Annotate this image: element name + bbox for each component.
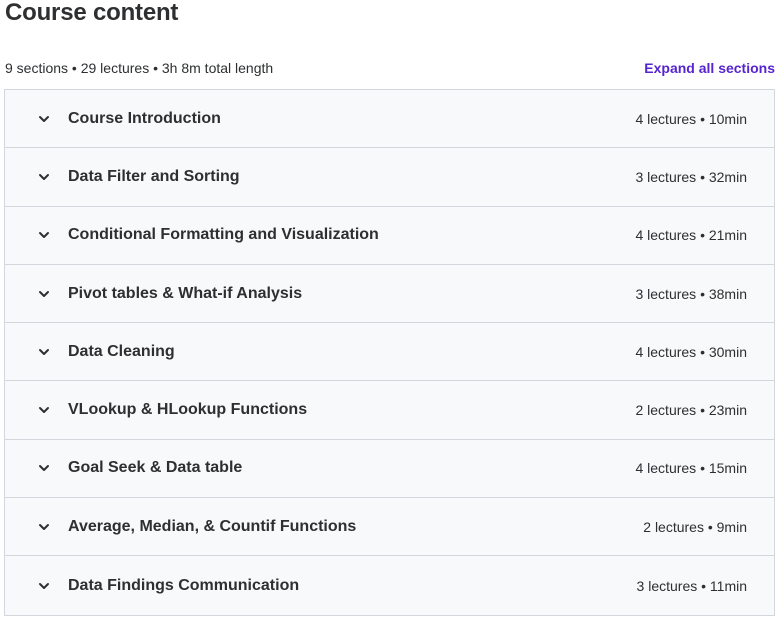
section-row[interactable]: Data Findings Communication 3 lectures •… xyxy=(5,556,774,615)
section-meta: 2 lectures • 23min xyxy=(635,402,747,419)
page-title: Course content xyxy=(5,0,179,26)
course-summary-bar: 9 sections • 29 lectures • 3h 8m total l… xyxy=(0,56,780,80)
chevron-down-icon xyxy=(36,578,52,594)
section-title: Data Cleaning xyxy=(68,342,175,360)
course-summary: 9 sections • 29 lectures • 3h 8m total l… xyxy=(5,60,274,76)
section-title: VLookup & HLookup Functions xyxy=(68,401,308,419)
sections-accordion: Course Introduction 4 lectures • 10min D… xyxy=(4,89,775,616)
section-title: Pivot tables & What-if Analysis xyxy=(68,284,303,302)
section-meta: 4 lectures • 10min xyxy=(635,110,747,127)
expand-all-sections-button[interactable]: Expand all sections xyxy=(644,59,775,77)
section-meta: 2 lectures • 9min xyxy=(643,518,747,535)
section-row[interactable]: Goal Seek & Data table 4 lectures • 15mi… xyxy=(5,439,774,499)
course-content-panel: Course content 9 sections • 29 lectures … xyxy=(0,0,780,621)
section-title: Average, Median, & Countif Functions xyxy=(68,517,357,535)
section-title: Data Findings Communication xyxy=(68,576,300,594)
section-meta: 3 lectures • 38min xyxy=(635,285,747,302)
section-meta: 3 lectures • 11min xyxy=(636,577,747,594)
section-row[interactable]: Data Cleaning 4 lectures • 30min xyxy=(5,323,774,382)
section-title: Course Introduction xyxy=(68,109,221,127)
section-meta: 3 lectures • 32min xyxy=(635,168,747,185)
section-title: Conditional Formatting and Visualization xyxy=(68,226,379,244)
chevron-down-icon xyxy=(36,402,52,418)
chevron-down-icon xyxy=(36,227,52,243)
section-row[interactable]: VLookup & HLookup Functions 2 lectures •… xyxy=(5,381,774,440)
chevron-down-icon xyxy=(36,519,52,535)
section-title: Data Filter and Sorting xyxy=(68,167,240,185)
section-title: Goal Seek & Data table xyxy=(68,459,243,477)
chevron-down-icon xyxy=(36,169,52,185)
section-row[interactable]: Data Filter and Sorting 3 lectures • 32m… xyxy=(5,148,774,207)
section-row[interactable]: Conditional Formatting and Visualization… xyxy=(5,206,774,265)
chevron-down-icon xyxy=(36,111,52,127)
section-row[interactable]: Pivot tables & What-if Analysis 3 lectur… xyxy=(5,264,774,324)
section-meta: 4 lectures • 15min xyxy=(635,460,747,477)
section-meta: 4 lectures • 21min xyxy=(635,227,747,244)
section-row[interactable]: Course Introduction 4 lectures • 10min xyxy=(5,90,774,149)
section-meta: 4 lectures • 30min xyxy=(635,343,747,360)
chevron-down-icon xyxy=(36,286,52,302)
section-row[interactable]: Average, Median, & Countif Functions 2 l… xyxy=(5,498,774,557)
chevron-down-icon xyxy=(36,460,52,476)
chevron-down-icon xyxy=(36,344,52,360)
